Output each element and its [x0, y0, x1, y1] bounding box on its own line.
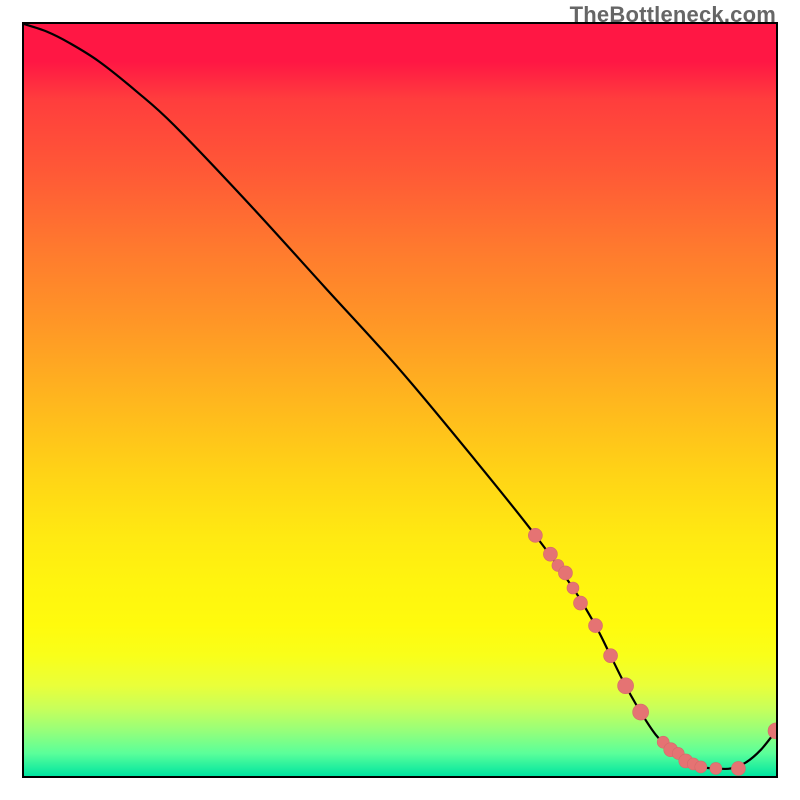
- plot-area: [22, 22, 778, 778]
- highlight-point: [604, 649, 618, 663]
- chart-svg: [24, 24, 776, 776]
- highlight-point: [695, 761, 707, 773]
- highlight-point: [589, 619, 603, 633]
- chart-frame: TheBottleneck.com: [0, 0, 800, 800]
- highlight-point: [633, 704, 649, 720]
- highlight-point: [528, 528, 542, 542]
- highlight-point: [768, 723, 776, 739]
- highlight-point: [618, 678, 634, 694]
- bottleneck-curve-line: [24, 24, 776, 769]
- highlighted-points-group: [528, 528, 776, 775]
- highlight-point: [573, 596, 587, 610]
- highlight-point: [567, 582, 579, 594]
- highlight-point: [558, 566, 572, 580]
- highlight-point: [543, 547, 557, 561]
- highlight-point: [731, 761, 745, 775]
- highlight-point: [710, 762, 722, 774]
